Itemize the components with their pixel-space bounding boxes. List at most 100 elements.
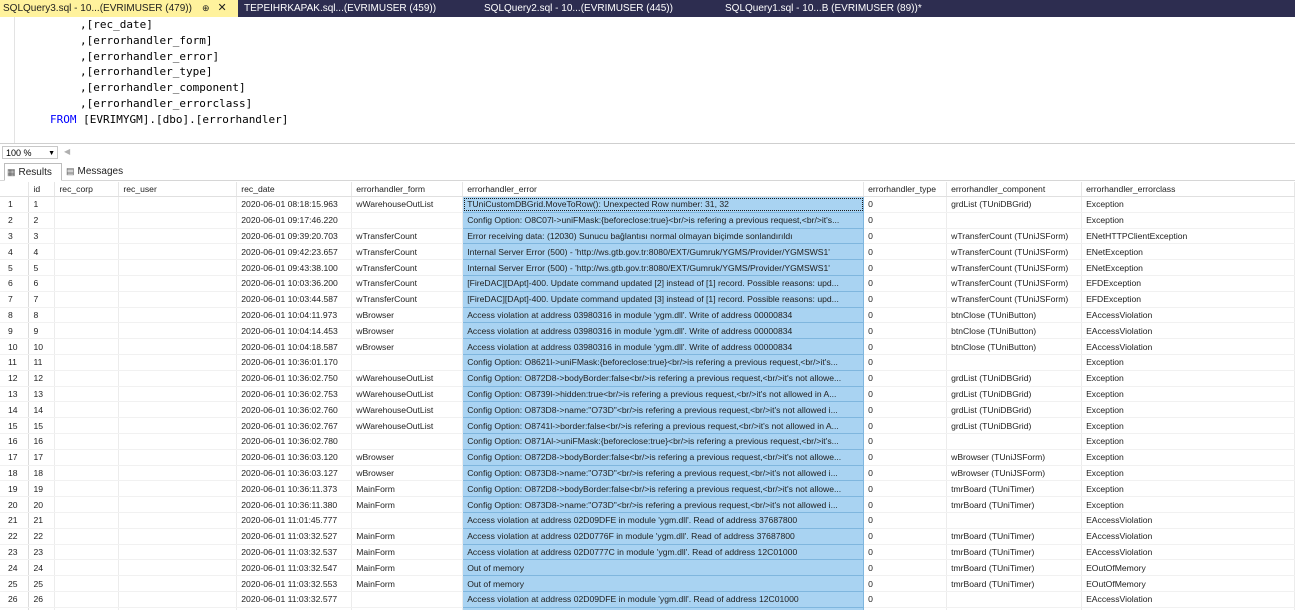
cell-errorhandler-errorclass[interactable]: Exception (1081, 417, 1295, 434)
row-number[interactable]: 15 (0, 417, 30, 434)
cell-rec-user[interactable] (118, 544, 238, 561)
cell-errorhandler-component[interactable] (946, 212, 1083, 229)
cell-errorhandler-form[interactable]: MainForm (351, 528, 464, 545)
cell-rec-user[interactable] (118, 449, 238, 466)
cell-rec-corp[interactable] (54, 370, 120, 387)
tab-sqlquery2[interactable]: SQLQuery2.sql - 10...(EVRIMUSER (445)) (484, 0, 704, 17)
cell-errorhandler-type[interactable]: 0 (863, 354, 948, 371)
cell-errorhandler-errorclass[interactable]: Exception (1081, 480, 1295, 498)
cell-errorhandler-form[interactable]: wBrowser (351, 338, 464, 355)
cell-errorhandler-type[interactable]: 0 (863, 591, 948, 608)
table-row[interactable]: 12 12 2020-06-01 10:36:02.750 wWarehouseOut… (0, 369, 1295, 387)
cell-errorhandler-type[interactable]: 0 (863, 449, 948, 466)
cell-rec-user[interactable] (118, 338, 238, 355)
cell-errorhandler-errorclass[interactable]: Exception (1081, 370, 1295, 387)
cell-rec-date[interactable]: 2020-06-01 11:03:32.577 (236, 591, 353, 608)
cell-rec-user[interactable] (118, 575, 238, 592)
cell-errorhandler-form[interactable]: MainForm (351, 480, 464, 498)
row-number[interactable]: 9 (0, 322, 30, 340)
cell-errorhandler-component[interactable]: btnClose (TUniButton) (946, 307, 1083, 324)
cell-id[interactable]: 23 (28, 544, 56, 561)
cell-rec-corp[interactable] (54, 591, 120, 608)
cell-rec-corp[interactable] (54, 275, 120, 292)
cell-id[interactable]: 24 (28, 559, 56, 577)
table-row[interactable]: 9 9 2020-06-01 10:04:14.453 wBrowser Access … (0, 322, 1295, 340)
row-number[interactable]: 22 (0, 528, 30, 545)
cell-id[interactable]: 14 (28, 401, 56, 419)
table-row[interactable]: 4 4 2020-06-01 09:42:23.657 wTransferCount I… (0, 243, 1295, 261)
cell-rec-corp[interactable] (54, 575, 120, 592)
column-header-rec-corp[interactable]: rec_corp (54, 182, 120, 197)
cell-errorhandler-error[interactable]: Config Option: O872D8->bodyBorder:false<… (462, 448, 865, 466)
cell-errorhandler-component[interactable]: grdList (TUniDBGrid) (946, 401, 1083, 419)
cell-id[interactable]: 3 (28, 228, 56, 245)
cell-id[interactable]: 15 (28, 417, 56, 434)
row-number[interactable]: 19 (0, 480, 30, 498)
cell-id[interactable]: 5 (28, 259, 56, 276)
cell-errorhandler-errorclass[interactable]: EAccessViolation (1081, 544, 1295, 561)
cell-errorhandler-form[interactable]: wWarehouseOutList (351, 196, 464, 213)
cell-errorhandler-form[interactable]: wTransferCount (351, 259, 464, 276)
cell-errorhandler-component[interactable]: btnClose (TUniButton) (946, 338, 1083, 355)
cell-errorhandler-error[interactable]: Config Option: O871Al->uniFMask:{beforec… (462, 432, 865, 450)
cell-errorhandler-form[interactable]: wWarehouseOutList (351, 386, 464, 403)
cell-id[interactable]: 12 (28, 370, 56, 387)
tab-messages[interactable]: ▤ Messages (64, 163, 136, 179)
cell-errorhandler-component[interactable]: tmrBoard (TUniTimer) (946, 544, 1083, 561)
cell-rec-date[interactable]: 2020-06-01 11:03:32.553 (236, 575, 353, 592)
table-row[interactable]: 16 16 2020-06-01 10:36:02.780 Config Option… (0, 432, 1295, 450)
cell-errorhandler-errorclass[interactable]: EOutOfMemory (1081, 559, 1295, 577)
cell-rec-date[interactable]: 2020-06-01 10:36:02.780 (236, 433, 353, 450)
cell-rec-user[interactable] (118, 512, 238, 529)
table-row[interactable]: 2 2 2020-06-01 09:17:46.220 Config Option: … (0, 211, 1295, 229)
cell-errorhandler-form[interactable]: wBrowser (351, 449, 464, 466)
table-row[interactable]: 3 3 2020-06-01 09:39:20.703 wTransferCount E… (0, 227, 1295, 245)
cell-id[interactable]: 26 (28, 591, 56, 608)
cell-errorhandler-type[interactable]: 0 (863, 465, 948, 482)
cell-errorhandler-component[interactable]: btnClose (TUniButton) (946, 322, 1083, 340)
cell-errorhandler-type[interactable]: 0 (863, 417, 948, 434)
cell-rec-user[interactable] (118, 401, 238, 419)
row-number[interactable]: 6 (0, 275, 30, 292)
table-row[interactable]: 1 1 2020-06-01 08:18:15.963 wWarehouseOutLi… (0, 196, 1295, 213)
cell-errorhandler-component[interactable]: tmrBoard (TUniTimer) (946, 480, 1083, 498)
cell-id[interactable]: 2 (28, 212, 56, 229)
cell-id[interactable]: 22 (28, 528, 56, 545)
row-number[interactable]: 3 (0, 228, 30, 245)
cell-rec-corp[interactable] (54, 417, 120, 434)
table-row[interactable]: 5 5 2020-06-01 09:43:38.100 wTransferCount I… (0, 259, 1295, 276)
cell-errorhandler-error[interactable]: Config Option: O8C07l->uniFMask:{beforec… (462, 211, 865, 229)
cell-rec-date[interactable]: 2020-06-01 11:03:32.537 (236, 544, 353, 561)
table-row[interactable]: 26 26 2020-06-01 11:03:32.577 Access violat… (0, 590, 1295, 608)
cell-rec-date[interactable]: 2020-06-01 10:04:11.973 (236, 307, 353, 324)
cell-errorhandler-type[interactable]: 0 (863, 322, 948, 340)
cell-rec-date[interactable]: 2020-06-01 10:36:11.380 (236, 496, 353, 513)
cell-rec-user[interactable] (118, 417, 238, 434)
cell-rec-corp[interactable] (54, 512, 120, 529)
cell-rec-date[interactable]: 2020-06-01 08:18:15.963 (236, 196, 353, 213)
cell-rec-corp[interactable] (54, 496, 120, 513)
cell-errorhandler-form[interactable] (351, 591, 464, 608)
cell-rec-corp[interactable] (54, 544, 120, 561)
cell-rec-corp[interactable] (54, 228, 120, 245)
row-number[interactable]: 24 (0, 559, 30, 577)
cell-errorhandler-component[interactable] (946, 591, 1083, 608)
cell-errorhandler-type[interactable]: 0 (863, 196, 948, 213)
column-header-id[interactable]: id (28, 182, 56, 197)
grid-corner[interactable] (0, 182, 30, 197)
column-header-rec-user[interactable]: rec_user (118, 182, 238, 197)
cell-rec-date[interactable]: 2020-06-01 10:03:36.200 (236, 275, 353, 292)
cell-rec-user[interactable] (118, 480, 238, 498)
row-number[interactable]: 12 (0, 370, 30, 387)
cell-rec-date[interactable]: 2020-06-01 10:36:11.373 (236, 480, 353, 498)
cell-errorhandler-type[interactable]: 0 (863, 275, 948, 292)
table-row[interactable]: 14 14 2020-06-01 10:36:02.760 wWarehouseOut… (0, 401, 1295, 419)
cell-rec-corp[interactable] (54, 259, 120, 276)
cell-errorhandler-component[interactable] (946, 354, 1083, 371)
cell-errorhandler-error[interactable]: Config Option: O8621l->uniFMask:{beforec… (462, 353, 865, 371)
cell-errorhandler-type[interactable]: 0 (863, 291, 948, 308)
cell-rec-date[interactable]: 2020-06-01 09:43:38.100 (236, 259, 353, 276)
cell-errorhandler-component[interactable]: wTransferCount (TUniJSForm) (946, 259, 1083, 276)
table-row[interactable]: 24 24 2020-06-01 11:03:32.547 MainForm Out o… (0, 559, 1295, 577)
cell-rec-date[interactable]: 2020-06-01 10:36:03.127 (236, 465, 353, 482)
